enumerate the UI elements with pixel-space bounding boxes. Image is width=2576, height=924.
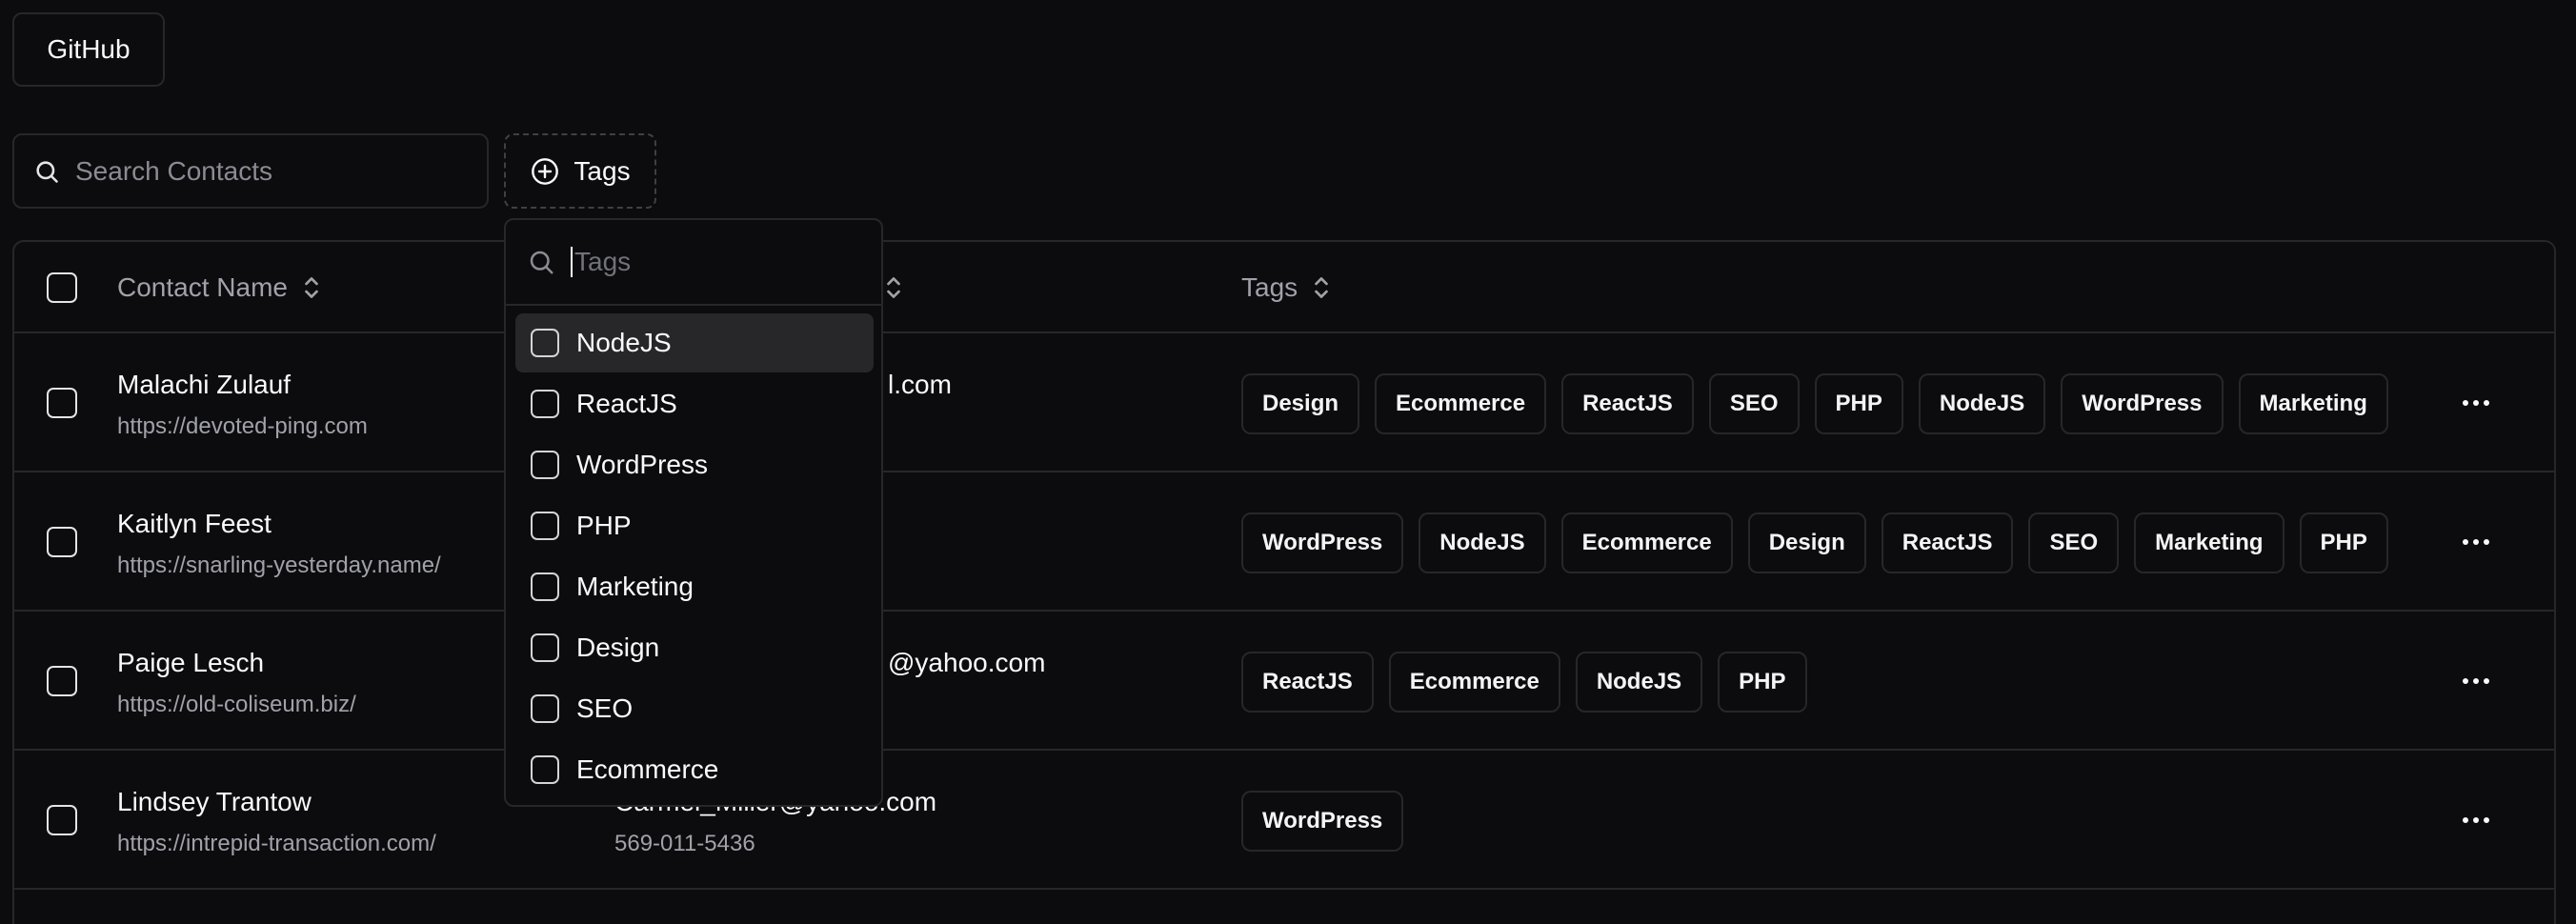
tag-badge: Design <box>1747 512 1866 573</box>
table-row[interactable]: Malachi Zulauf https://devoted-ping.com … <box>14 333 2554 472</box>
sort-icon <box>1315 277 1328 298</box>
contact-email: @yahoo.com <box>888 648 1046 677</box>
tag-option-label: Ecommerce <box>576 754 719 784</box>
tag-option-checkbox[interactable] <box>531 329 559 357</box>
tags-popover-search[interactable] <box>506 220 881 306</box>
column-contact-name-label: Contact Name <box>117 272 288 302</box>
contact-name: Lindsey Trantow <box>117 787 312 816</box>
contact-name: Kaitlyn Feest <box>117 509 272 538</box>
tags-filter-button[interactable]: Tags <box>504 133 656 209</box>
contact-url[interactable]: https://old-coliseum.biz/ <box>117 692 356 718</box>
tag-badge: Marketing <box>2238 373 2388 434</box>
row-actions-icon[interactable] <box>2453 804 2499 836</box>
contacts-table: Contact Name Tags Malachi Zulauf https:/… <box>12 240 2556 924</box>
contact-name: Paige Lesch <box>117 648 265 677</box>
tag-badge: Marketing <box>2134 512 2284 573</box>
tag-badge: PHP <box>1814 373 1903 434</box>
tag-badge: PHP <box>1718 652 1807 713</box>
contact-name: Malachi Zulauf <box>117 370 292 399</box>
tag-option-checkbox[interactable] <box>531 633 559 662</box>
row-checkbox[interactable] <box>47 805 77 835</box>
tag-option[interactable]: WordPress <box>515 435 874 494</box>
tags-cell: WordPress <box>1241 791 1404 852</box>
row-checkbox[interactable] <box>47 666 77 696</box>
table-row[interactable]: Lindsey Trantow https://intrepid-transac… <box>14 751 2554 890</box>
tag-option-label: PHP <box>576 511 632 540</box>
tag-option-checkbox[interactable] <box>531 390 559 418</box>
tag-option-label: NodeJS <box>576 328 672 357</box>
tag-option[interactable]: SEO <box>515 679 874 738</box>
tag-badge: NodeJS <box>1419 512 1546 573</box>
tags-filter-label: Tags <box>574 155 631 186</box>
sort-icon <box>305 277 318 298</box>
tag-option-label: Marketing <box>576 572 694 601</box>
column-tags[interactable]: Tags <box>1241 242 1332 333</box>
contacts-page: GitHub Tags Contact Name Tags Malachi Zu… <box>0 0 2576 924</box>
search-box[interactable] <box>12 133 489 209</box>
search-icon <box>36 160 58 183</box>
tag-badge: WordPress <box>2061 373 2224 434</box>
search-icon <box>530 251 553 274</box>
tag-option[interactable]: NodeJS <box>515 313 874 372</box>
table-row[interactable]: Paige Lesch https://old-coliseum.biz/ @y… <box>14 612 2554 751</box>
sort-icon[interactable] <box>883 273 904 302</box>
tag-badge: PHP <box>2299 512 2388 573</box>
plus-circle-icon <box>532 157 559 185</box>
tag-badge: NodeJS <box>1575 652 1703 713</box>
contact-email: l.com <box>888 370 952 399</box>
row-actions-icon[interactable] <box>2453 665 2499 697</box>
row-actions-icon[interactable] <box>2453 387 2499 419</box>
row-actions-icon[interactable] <box>2453 526 2499 558</box>
row-checkbox[interactable] <box>47 388 77 418</box>
table-row[interactable]: Kaitlyn Feest https://snarling-yesterday… <box>14 472 2554 612</box>
tag-badge: NodeJS <box>1918 373 2046 434</box>
tag-badge: Design <box>1241 373 1360 434</box>
tag-option-checkbox[interactable] <box>531 755 559 784</box>
tags-popover: NodeJS ReactJS WordPress PHP Marketing D… <box>504 218 883 807</box>
tags-cell: ReactJS Ecommerce NodeJS PHP <box>1241 652 1807 713</box>
tag-option-label: WordPress <box>576 450 708 479</box>
tag-option-checkbox[interactable] <box>531 572 559 601</box>
tag-option[interactable]: Ecommerce <box>515 740 874 799</box>
tags-cell: Design Ecommerce ReactJS SEO PHP NodeJS … <box>1241 373 2388 434</box>
table-header: Contact Name Tags <box>14 242 2554 333</box>
tag-option[interactable]: Marketing <box>515 557 874 616</box>
tags-search-input[interactable] <box>571 247 856 277</box>
tag-option[interactable]: ReactJS <box>515 374 874 433</box>
tag-option[interactable]: Design <box>515 618 874 677</box>
tag-badge: ReactJS <box>1561 373 1694 434</box>
tag-option-label: Design <box>576 633 660 662</box>
contact-url[interactable]: https://devoted-ping.com <box>117 413 368 440</box>
tag-option-label: SEO <box>576 693 634 723</box>
tag-badge: Ecommerce <box>1388 652 1560 713</box>
tag-badge: WordPress <box>1241 512 1404 573</box>
contact-url[interactable]: https://snarling-yesterday.name/ <box>117 552 441 579</box>
tag-option[interactable]: PHP <box>515 496 874 555</box>
tag-badge: Ecommerce <box>1375 373 1547 434</box>
tag-badge: SEO <box>2028 512 2120 573</box>
tag-option-checkbox[interactable] <box>531 451 559 479</box>
github-button[interactable]: GitHub <box>12 12 165 87</box>
tag-option-checkbox[interactable] <box>531 512 559 540</box>
search-input[interactable] <box>75 155 475 187</box>
contact-url[interactable]: https://intrepid-transaction.com/ <box>117 831 436 857</box>
contact-phone: 569-011-5436 <box>614 831 755 856</box>
tag-badge: ReactJS <box>1881 512 2014 573</box>
column-contact-name[interactable]: Contact Name <box>117 242 322 333</box>
tag-badge: Ecommerce <box>1560 512 1733 573</box>
column-tags-label: Tags <box>1241 272 1298 302</box>
tag-badge: ReactJS <box>1241 652 1374 713</box>
tag-badge: SEO <box>1708 373 1800 434</box>
tag-option-label: ReactJS <box>576 389 677 418</box>
tag-badge: WordPress <box>1241 791 1404 852</box>
select-all-checkbox[interactable] <box>47 272 77 303</box>
row-checkbox[interactable] <box>47 527 77 557</box>
tag-option-checkbox[interactable] <box>531 694 559 723</box>
tags-cell: WordPress NodeJS Ecommerce Design ReactJ… <box>1241 512 2388 573</box>
